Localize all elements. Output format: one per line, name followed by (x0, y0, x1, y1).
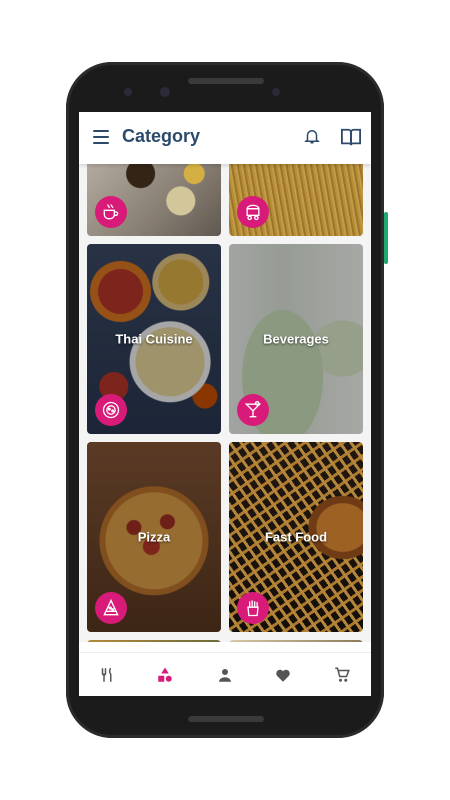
category-card-partial[interactable] (87, 640, 221, 642)
cart-icon[interactable] (322, 661, 362, 689)
favorite-icon[interactable] (263, 661, 303, 689)
category-label: Fast Food (264, 529, 328, 545)
restaurant-icon[interactable] (87, 661, 127, 689)
app-screen: Category Thai Cuisine Beverages Pizza Fa… (79, 112, 371, 696)
proximity-sensor-icon (272, 88, 280, 96)
app-bar: Category (79, 112, 371, 164)
category-label: Pizza (137, 529, 171, 545)
category-card-street-food[interactable] (229, 164, 363, 236)
bell-icon[interactable] (303, 126, 321, 146)
plate-icon (95, 394, 127, 426)
category-label: Beverages (263, 331, 329, 347)
tea-cup-icon (95, 196, 127, 228)
pizza-slice-icon (95, 592, 127, 624)
book-icon[interactable] (340, 127, 362, 147)
category-card-partial[interactable] (229, 640, 363, 642)
phone-frame: Category Thai Cuisine Beverages Pizza Fa… (66, 62, 388, 738)
food-cart-icon (237, 196, 269, 228)
category-card-fast-food[interactable]: Fast Food (229, 442, 363, 632)
earpiece-speaker (188, 78, 264, 84)
category-card-pizza[interactable]: Pizza (87, 442, 221, 632)
category-grid: Thai Cuisine Beverages Pizza Fast Food (79, 164, 371, 642)
front-camera-icon (160, 87, 170, 97)
category-card-tea[interactable] (87, 164, 221, 236)
french-fries-icon (237, 592, 269, 624)
power-button[interactable] (384, 212, 388, 264)
category-icon[interactable] (145, 661, 185, 689)
page-title: Category (122, 126, 201, 146)
category-label: Thai Cuisine (115, 331, 193, 347)
category-card-beverages[interactable]: Beverages (229, 244, 363, 434)
bottom-speaker (188, 716, 264, 722)
bottom-navigation (79, 652, 371, 696)
category-card-thai-cuisine[interactable]: Thai Cuisine (87, 244, 221, 434)
profile-icon[interactable] (205, 661, 245, 689)
sensor-icon (124, 88, 132, 96)
menu-icon[interactable] (93, 130, 109, 144)
cocktail-icon (237, 394, 269, 426)
